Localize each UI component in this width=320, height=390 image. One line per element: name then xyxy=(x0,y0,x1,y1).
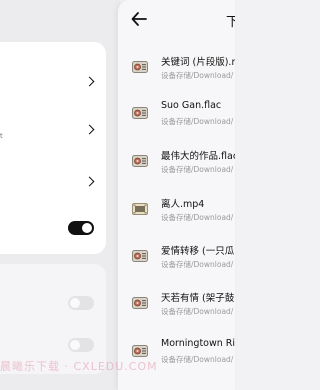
file-list-item[interactable]: Suo Gan.flac 设备存储/Download/ xyxy=(118,100,235,140)
settings-pane: t xyxy=(0,0,120,390)
file-name: 最伟大的作品.flac xyxy=(161,151,235,162)
file-list-item[interactable]: 爱情转移 (一只瓜 设备存储/Download/ xyxy=(118,243,235,283)
file-name: 天若有情 (架子鼓 xyxy=(161,293,235,304)
toggle-switch-on[interactable] xyxy=(68,221,94,235)
file-list-item[interactable]: 离人.mp4 设备存储/Download/ xyxy=(118,196,235,236)
page-title: 下 xyxy=(226,15,235,30)
video-file-icon xyxy=(132,203,148,215)
file-path: 设备存储/Download/ xyxy=(161,165,234,174)
chevron-right-icon[interactable] xyxy=(84,124,95,135)
file-path: 设备存储/Download/ xyxy=(161,71,234,80)
audio-file-icon xyxy=(132,107,148,119)
file-path: 设备存储/Download/ xyxy=(161,117,234,126)
file-name: Morningtown Ride xyxy=(161,338,235,349)
back-arrow-icon[interactable] xyxy=(130,10,148,28)
file-path: 设备存储/Download/ xyxy=(161,307,234,316)
file-list-item[interactable]: 最伟大的作品.flac 设备存储/Download/ xyxy=(118,148,235,188)
file-name: 爱情转移 (一只瓜 xyxy=(161,246,235,257)
audio-file-icon xyxy=(132,61,148,73)
audio-file-icon xyxy=(132,345,148,357)
watermark: 晨曦乐下载 · CXLEDU.COM xyxy=(0,360,158,373)
toggle-switch-off[interactable] xyxy=(68,296,94,310)
file-name: 离人.mp4 xyxy=(161,199,205,210)
audio-file-icon xyxy=(132,250,148,262)
file-name: 关键词 (片段版).m xyxy=(161,57,235,68)
file-path: 设备存储/Download/ xyxy=(161,260,234,269)
file-name: Suo Gan.flac xyxy=(161,100,222,111)
chevron-right-icon[interactable] xyxy=(84,176,95,187)
top-bar: 下 xyxy=(118,0,235,38)
audio-file-icon xyxy=(132,155,148,167)
file-list-item[interactable]: 天若有情 (架子鼓 设备存储/Download/ xyxy=(118,290,235,330)
file-list-item[interactable]: 关键词 (片段版).m 设备存储/Download/ xyxy=(118,54,235,94)
download-list-panel: 下 关键词 (片段版).m 设备存储/Download/Suo Gan.flac 设… xyxy=(118,0,235,390)
settings-subtext: t xyxy=(0,132,3,140)
settings-card: t xyxy=(0,42,106,254)
chevron-right-icon[interactable] xyxy=(84,76,95,87)
file-path: 设备存储/Download/ xyxy=(161,213,234,222)
toggle-switch-off[interactable] xyxy=(68,338,94,352)
audio-file-icon xyxy=(132,297,148,309)
